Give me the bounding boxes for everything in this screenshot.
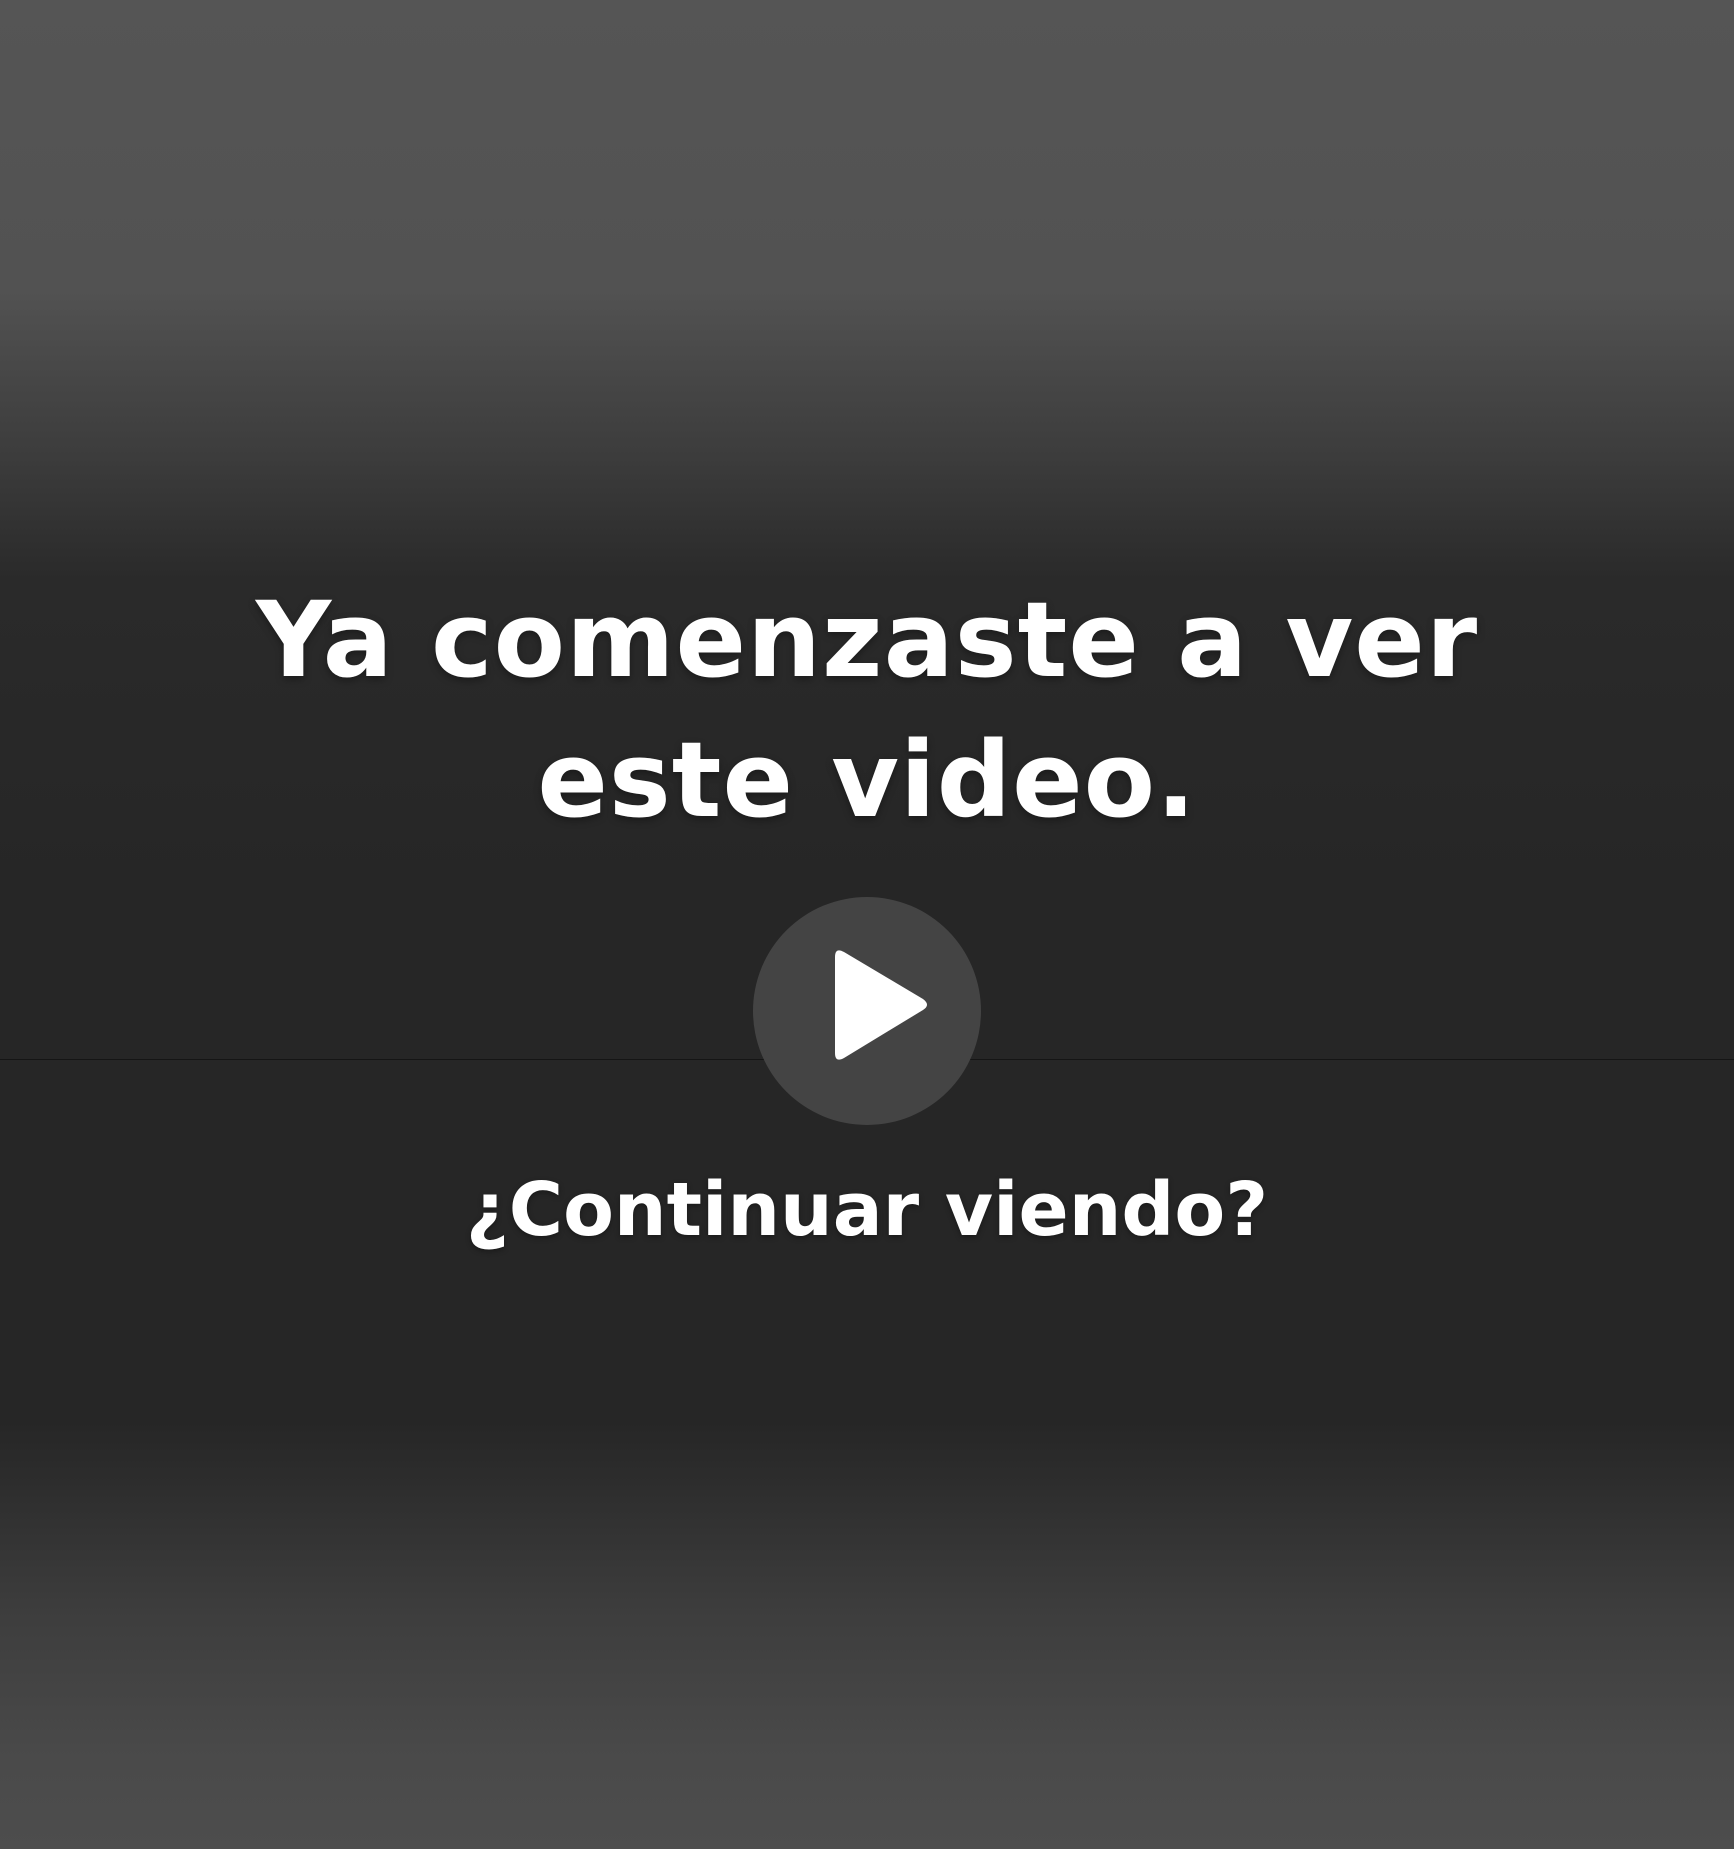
continue-watching-prompt[interactable]: ¿Continuar viendo? xyxy=(300,1160,1434,1260)
resume-headline: Ya comenzaste a ver este video. xyxy=(255,579,1479,841)
play-icon xyxy=(835,950,927,1060)
play-button[interactable] xyxy=(753,897,981,1125)
